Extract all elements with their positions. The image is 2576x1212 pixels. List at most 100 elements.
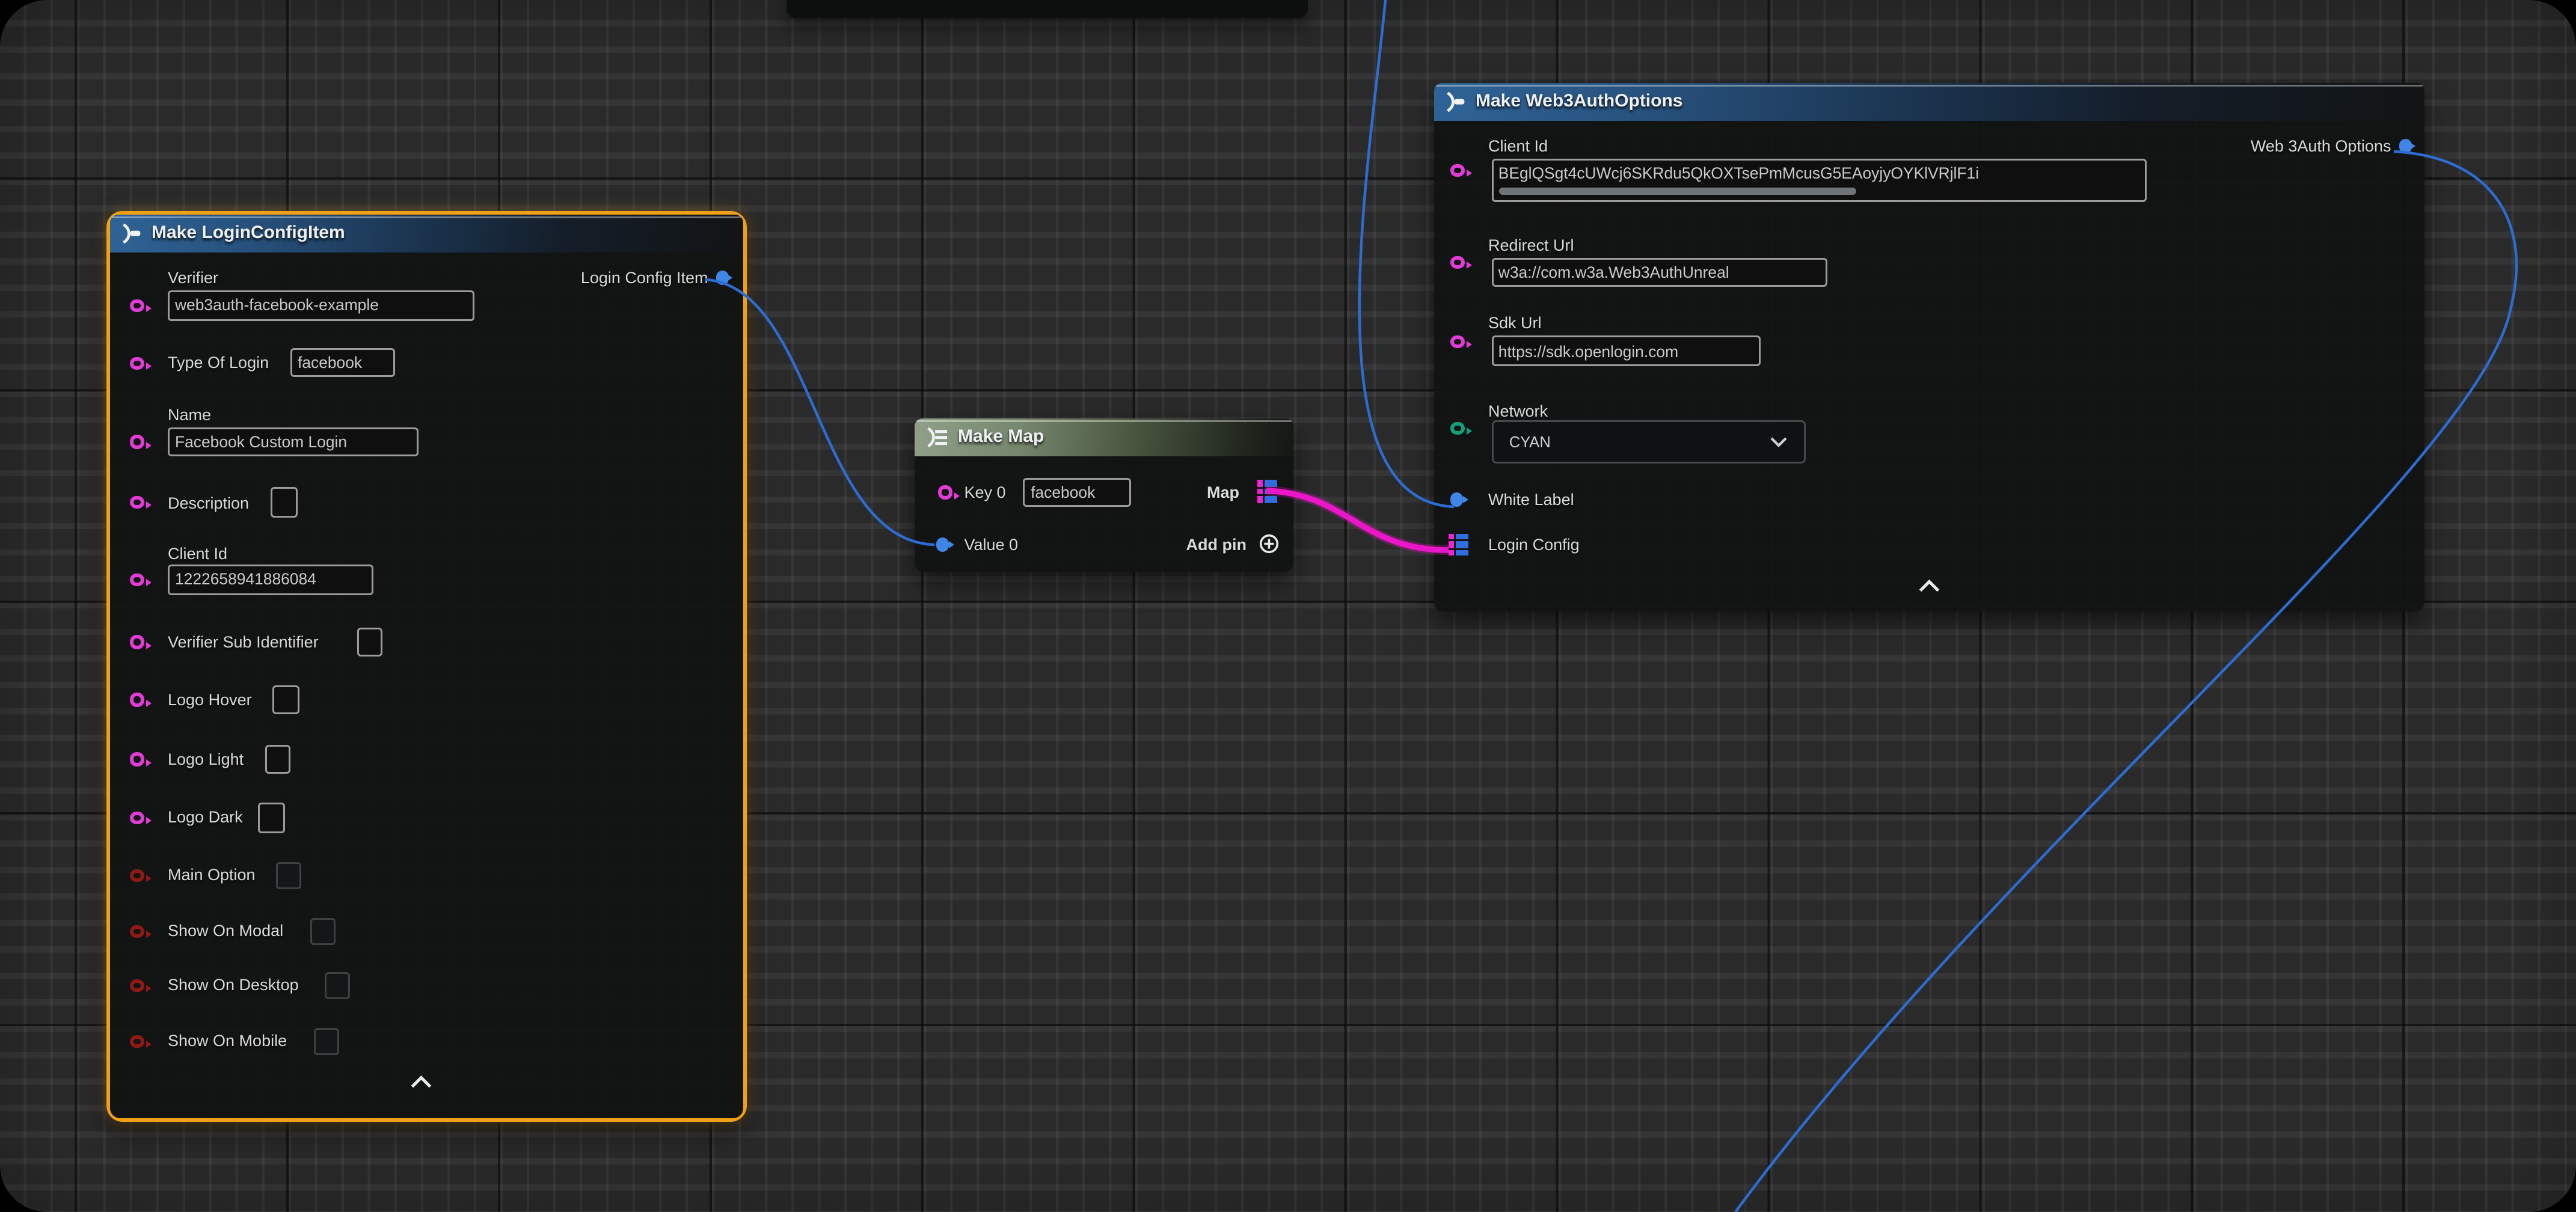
make-map-icon [925,427,949,447]
client-id-input-value: 1222658941886084 [170,571,322,589]
white-label-pin[interactable] [1450,493,1464,507]
key-0-pin[interactable] [938,486,952,500]
output-row-login-config-item: Login Config Item [581,265,729,290]
logo-light-input[interactable] [265,744,291,774]
map-pin-value-cell [1456,549,1468,556]
make-struct-icon [1445,92,1467,112]
sdk-url-input-value: https://sdk.openlogin.com [1493,342,1684,360]
logo-dark-input[interactable] [258,803,284,833]
logo-hover-pin[interactable] [130,693,144,707]
key-0-input-value: facebook [1025,483,1100,501]
client-id-horizontal-scrollbar[interactable] [1498,187,1856,195]
chevron-down-icon [1769,436,1787,447]
verifier-sub-identifier-label: Verifier Sub Identifier [168,629,319,655]
map-output-label: Map [1207,480,1239,505]
type-of-login-input[interactable]: facebook [290,348,395,378]
logo-light-label: Logo Light [168,746,244,771]
node-title: Make Web3AuthOptions [1476,92,1682,112]
node-make-loginconfigitem[interactable]: Make LoginConfigItem Login Config Item V… [106,211,747,1122]
node-header[interactable]: Make Map [915,418,1293,456]
logo-hover-input[interactable] [272,685,299,714]
client-id-input[interactable]: 1222658941886084 [168,565,373,595]
add-pin-label: Add pin [1186,531,1247,557]
name-input[interactable]: Facebook Custom Login [168,427,419,456]
show-on-desktop-pin[interactable] [130,979,144,993]
client-id-label: Client Id [1488,133,1548,159]
verifier-sub-identifier-pin[interactable] [130,635,144,649]
node-title: Make LoginConfigItem [152,224,345,243]
name-label: Name [168,403,211,428]
blueprint-graph-canvas[interactable]: Make LoginConfigItem Login Config Item V… [0,0,2576,1212]
verifier-sub-identifier-input[interactable] [357,627,383,656]
main-option-label: Main Option [168,863,256,888]
node-header[interactable]: Make Web3AuthOptions [1434,83,2424,121]
output-pin-label: Login Config Item [581,265,708,290]
map-pin-value-cell [1265,497,1277,503]
web3auth-options-output-pin[interactable] [2399,139,2412,153]
show-on-modal-checkbox[interactable] [310,918,335,944]
key-0-label: Key 0 [964,480,1006,505]
add-pin-plus-icon[interactable] [1259,534,1279,554]
name-pin[interactable] [130,435,144,448]
network-pin[interactable] [1450,421,1464,435]
redirect-url-pin[interactable] [1450,256,1464,269]
description-label: Description [168,490,249,515]
clipped-node-top[interactable] [787,0,1308,18]
show-on-desktop-checkbox[interactable] [325,972,349,999]
redirect-url-input-value: w3a://com.w3a.Web3AuthUnreal [1493,263,1735,281]
client-id-pin[interactable] [130,573,144,587]
wire-map-to-login-config-glow [1266,491,1449,550]
logo-light-pin[interactable] [130,752,144,766]
node-make-web3authoptions[interactable]: Make Web3AuthOptions Web 3Auth Options C… [1434,83,2424,611]
main-option-checkbox[interactable] [276,862,301,889]
verifier-pin[interactable] [130,299,144,313]
wire-map-to-login-config[interactable] [1266,491,1449,550]
description-input[interactable] [271,488,297,517]
verifier-input[interactable]: web3auth-facebook-example [168,290,474,320]
map-output-pin[interactable] [1257,480,1277,505]
key-0-input[interactable]: facebook [1023,477,1130,507]
network-dropdown[interactable]: CYAN [1491,420,1805,463]
sdk-url-input[interactable]: https://sdk.openlogin.com [1491,336,1760,366]
login-config-label: Login Config [1488,532,1580,557]
value-0-pin[interactable] [936,538,949,552]
map-pin-key-cell [1449,533,1454,540]
node-header[interactable]: Make LoginConfigItem [110,215,743,252]
make-struct-icon [121,224,143,243]
logo-hover-label: Logo Hover [168,687,252,712]
show-on-mobile-label: Show On Mobile [168,1029,287,1054]
screenshot-stage: Make LoginConfigItem Login Config Item V… [0,0,2576,1212]
output-pin-label: Web 3Auth Options [2251,133,2391,159]
login-config-pin[interactable] [1449,533,1468,558]
output-row-web3auth-options: Web 3Auth Options [2251,133,2412,159]
network-dropdown-value: CYAN [1509,432,1551,450]
map-pin-key-cell [1257,488,1263,495]
show-on-modal-pin[interactable] [130,925,144,938]
sdk-url-pin[interactable] [1450,335,1464,349]
login-config-item-output-pin[interactable] [716,271,729,285]
map-pin-value-cell [1265,480,1277,487]
type-of-login-pin[interactable] [130,357,144,370]
client-id-label: Client Id [168,540,227,566]
map-pin-key-cell [1449,549,1454,556]
show-on-mobile-checkbox[interactable] [314,1028,339,1054]
main-option-pin[interactable] [130,869,144,883]
redirect-url-input[interactable]: w3a://com.w3a.Web3AuthUnreal [1491,257,1827,287]
white-label-label: White Label [1488,487,1574,512]
map-pin-value-cell [1456,533,1468,540]
collapse-node-chevron-up-icon[interactable] [409,1075,433,1089]
node-body: Make LoginConfigItem Login Config Item V… [110,215,743,1118]
client-id-input[interactable]: BEglQSgt4cUWcj6SKRdu5QkOXTsePmMcusG5EAoy… [1491,159,2146,201]
show-on-mobile-pin[interactable] [130,1035,144,1048]
logo-dark-pin[interactable] [130,811,144,825]
type-of-login-input-value: facebook [292,354,367,372]
type-of-login-label: Type Of Login [168,350,269,376]
show-on-modal-label: Show On Modal [168,919,283,944]
description-pin[interactable] [130,495,144,509]
client-id-input-value: BEglQSgt4cUWcj6SKRdu5QkOXTsePmMcusG5EAoy… [1493,161,1984,182]
node-make-map[interactable]: Make Map Key 0 facebook Map Value 0 Add … [915,418,1293,572]
map-pin-key-cell [1257,480,1263,487]
client-id-pin[interactable] [1450,164,1464,177]
show-on-desktop-label: Show On Desktop [168,973,299,998]
collapse-node-chevron-up-icon[interactable] [1918,579,1941,593]
